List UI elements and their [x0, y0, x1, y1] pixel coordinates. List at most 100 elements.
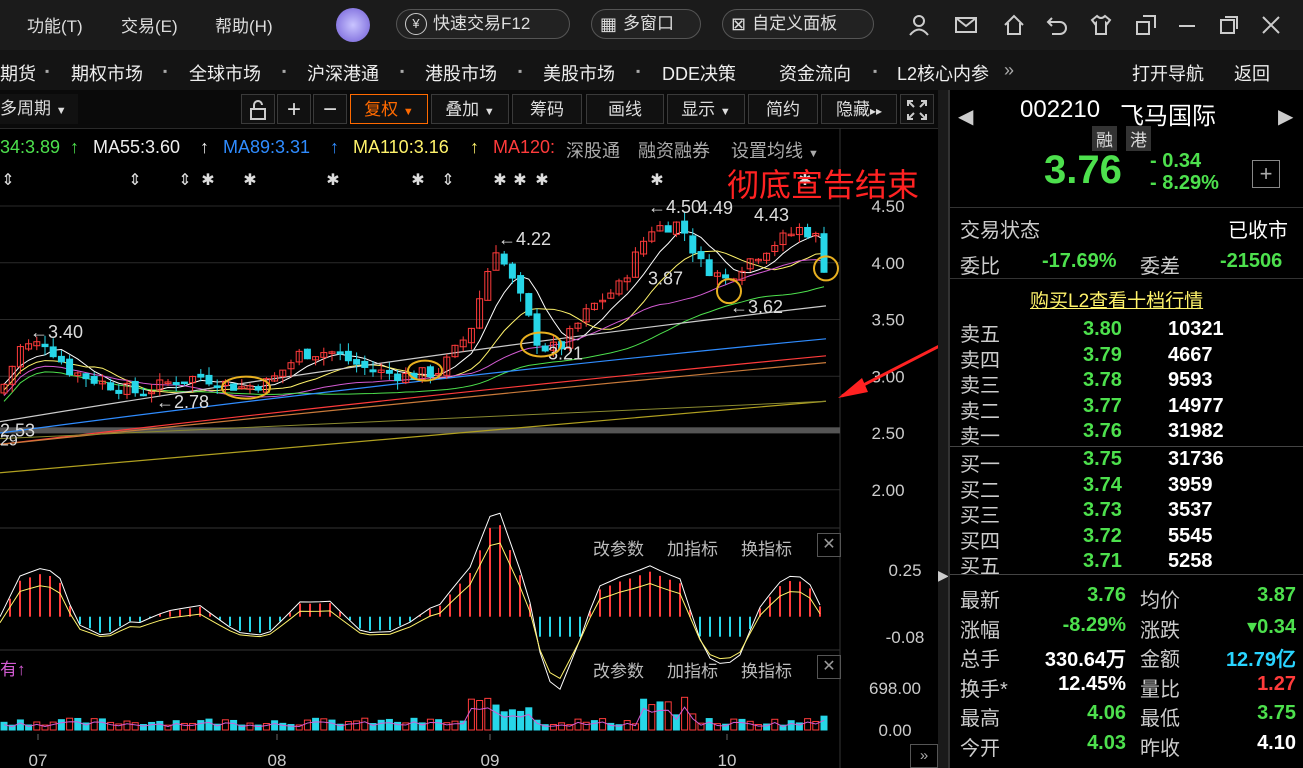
restore-icon[interactable]	[1218, 14, 1240, 36]
macd-add-button[interactable]: 加指标	[667, 535, 718, 560]
fuquan-dropdown[interactable]: 复权 ▼	[350, 94, 428, 124]
zoom-out-button[interactable]: −	[313, 94, 347, 124]
buy-l2-link[interactable]: 购买L2查看十档行情	[1030, 286, 1203, 313]
menu-help[interactable]: 帮助(H)	[215, 12, 273, 37]
back-button[interactable]: 返回	[1234, 60, 1270, 86]
shirt-icon[interactable]	[1090, 14, 1112, 36]
menu-trade[interactable]: 交易(E)	[121, 12, 178, 37]
nav-futures[interactable]: 期货	[0, 60, 36, 86]
divider	[950, 446, 1303, 447]
volume-bar	[230, 719, 238, 731]
multi-window-button[interactable]: ▦ 多窗口	[591, 9, 701, 39]
wc-label: 委差	[1140, 256, 1180, 278]
volume-bar	[328, 719, 336, 731]
nav-l2[interactable]: L2核心内参	[897, 60, 989, 86]
nav-more-icon[interactable]: »	[1004, 60, 1014, 81]
arrow-head-icon	[838, 378, 868, 398]
kline-chart[interactable]: 4.504.003.503.002.502.000.25-0.08698.000…	[0, 128, 940, 768]
y-tick-label: 4.00	[871, 254, 904, 273]
buy-level-price: 3.71	[1083, 550, 1122, 572]
mail-icon[interactable]	[955, 14, 977, 36]
vol-add-button[interactable]: 加指标	[667, 657, 718, 682]
draw-line-button[interactable]: 画线	[586, 94, 664, 124]
edge-price-label: 29	[0, 433, 18, 450]
ma-curves	[0, 230, 827, 474]
buy-level-price: 3.75	[1083, 448, 1122, 470]
vol-param-button[interactable]: 改参数	[593, 657, 644, 682]
long-ma-line	[0, 400, 827, 474]
macd-swap-button[interactable]: 换指标	[741, 535, 792, 560]
quick-trade-button[interactable]: ¥ 快速交易F12	[396, 9, 570, 39]
volume-bar	[287, 724, 295, 731]
sell-level-volume: 9593	[1168, 369, 1213, 391]
y-axis: 4.504.003.503.002.502.000.25-0.08698.000…	[869, 197, 924, 740]
volume-bar	[98, 718, 106, 731]
volume-bar	[738, 718, 746, 731]
window-mode-icon[interactable]	[1135, 14, 1157, 36]
robot-assistant-icon[interactable]	[336, 8, 370, 42]
volume-bar	[484, 697, 492, 731]
simple-button[interactable]: 简约	[748, 94, 818, 124]
candle-body	[804, 226, 812, 238]
volume-bar	[90, 718, 98, 731]
nav-hsgt[interactable]: 沪深港通	[307, 60, 379, 86]
volume-bar	[303, 719, 311, 731]
scroll-right-button[interactable]: »	[910, 744, 938, 768]
nav-us[interactable]: 美股市场	[543, 60, 615, 86]
lock-button[interactable]	[241, 94, 275, 124]
next-stock-icon[interactable]: ▶	[1278, 104, 1293, 129]
volume-bar	[16, 719, 24, 731]
nav-separator: ▪	[163, 64, 168, 78]
chips-button[interactable]: 筹码	[512, 94, 582, 124]
hk-connect-tag: 港	[1126, 126, 1151, 151]
home-icon[interactable]	[1003, 14, 1025, 36]
candle-body	[41, 343, 49, 348]
undo-icon[interactable]	[1046, 14, 1068, 36]
nav-options[interactable]: 期权市场	[71, 60, 143, 86]
price-callout: 4.43	[754, 205, 789, 225]
minimize-icon[interactable]	[1176, 14, 1198, 36]
custom-panel-button[interactable]: ⊠ 自定义面板	[722, 9, 874, 39]
menu-func[interactable]: 功能(T)	[27, 12, 83, 37]
prev-stock-icon[interactable]: ◀	[958, 104, 973, 129]
panel-splitter[interactable]	[938, 90, 948, 768]
volume-bar	[648, 704, 656, 731]
price-callout: 3.87	[648, 269, 683, 289]
open-nav-button[interactable]: 打开导航	[1132, 60, 1204, 86]
hide-button[interactable]: 隐藏▸▸	[821, 94, 897, 124]
vol-close-icon[interactable]: ✕	[817, 655, 841, 679]
volume-bar	[549, 724, 557, 731]
volume-bar	[33, 721, 41, 731]
display-dropdown[interactable]: 显示 ▼	[667, 94, 745, 124]
user-icon[interactable]	[908, 14, 930, 36]
vol-swap-button[interactable]: 换指标	[741, 657, 792, 682]
price-change-pct: - 8.29%	[1150, 172, 1219, 194]
candle-body	[197, 373, 205, 378]
volume-bar	[746, 720, 754, 731]
volume-bar	[131, 722, 139, 731]
close-icon[interactable]	[1260, 14, 1282, 36]
lock-icon	[250, 100, 266, 120]
info-marker-icon: ✱	[243, 172, 256, 189]
nav-hk[interactable]: 港股市场	[425, 60, 497, 86]
trade-status-label: 交易状态	[960, 220, 1040, 242]
add-watchlist-icon[interactable]: +	[1252, 160, 1280, 188]
nav-global[interactable]: 全球市场	[189, 60, 261, 86]
buy-level-price: 3.72	[1083, 524, 1122, 547]
sell-level-price: 3.77	[1083, 394, 1122, 417]
overlay-dropdown[interactable]: 叠加 ▼	[431, 94, 509, 124]
info-marker-icon: ✱	[650, 172, 663, 189]
volume-panel	[0, 696, 828, 731]
candle-body	[369, 369, 377, 373]
volume-bar	[221, 719, 229, 731]
expand-panel-icon[interactable]: ▶	[938, 555, 949, 595]
nav-dde[interactable]: DDE决策	[662, 60, 736, 86]
macd-close-icon[interactable]: ✕	[817, 533, 841, 557]
fullscreen-button[interactable]	[900, 94, 934, 124]
nav-capital-flow[interactable]: 资金流向	[779, 60, 851, 86]
macd-param-button[interactable]: 改参数	[593, 535, 644, 560]
support-band	[0, 427, 840, 434]
zoom-in-button[interactable]: +	[277, 94, 311, 124]
period-dropdown[interactable]: 多周期 ▼	[0, 94, 78, 124]
volume-bar	[172, 720, 180, 731]
